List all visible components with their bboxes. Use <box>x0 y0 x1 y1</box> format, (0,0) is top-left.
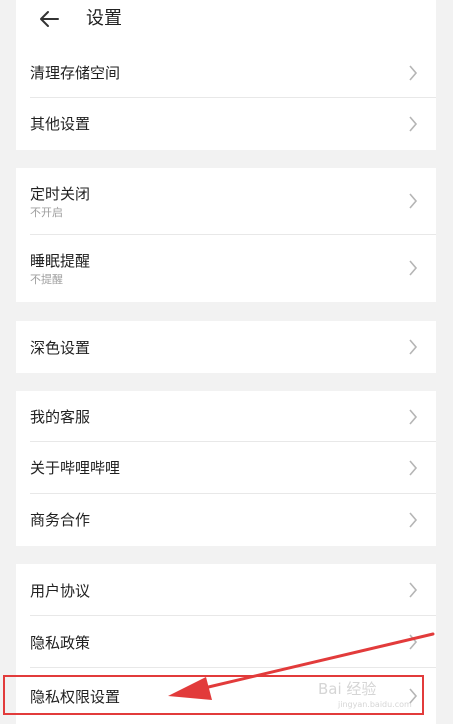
chevron-right-icon <box>409 582 418 598</box>
item-label: 我的客服 <box>30 408 91 426</box>
item-label: 关于哔哩哔哩 <box>30 459 121 477</box>
settings-item-customer-service[interactable]: 我的客服 <box>16 391 436 442</box>
chevron-right-icon <box>409 512 418 528</box>
watermark-url: jingyan.baidu.com <box>338 700 412 709</box>
chevron-right-icon <box>409 65 418 81</box>
settings-item-about[interactable]: 关于哔哩哔哩 <box>16 442 436 494</box>
settings-item-clear-storage[interactable]: 清理存储空间 <box>16 48 436 98</box>
storage-group: 清理存储空间 其他设置 <box>16 48 436 150</box>
settings-item-timer-off[interactable]: 定时关闭 不开启 <box>16 168 436 235</box>
item-status: 不开启 <box>30 206 63 219</box>
item-label: 睡眠提醒 <box>30 252 91 270</box>
settings-item-dark-mode[interactable]: 深色设置 <box>16 321 436 373</box>
item-label: 定时关闭 <box>30 185 91 203</box>
settings-item-sleep-reminder[interactable]: 睡眠提醒 不提醒 <box>16 235 436 302</box>
item-label: 商务合作 <box>30 511 91 529</box>
timer-group: 定时关闭 不开启 睡眠提醒 不提醒 <box>16 168 436 302</box>
item-label: 清理存储空间 <box>30 64 121 82</box>
chevron-right-icon <box>409 260 418 276</box>
item-label: 用户协议 <box>30 582 91 600</box>
back-arrow-icon[interactable] <box>38 8 60 30</box>
top-bar: 设置 <box>16 0 436 48</box>
settings-item-privacy-policy[interactable]: 隐私政策 <box>16 616 436 668</box>
chevron-right-icon <box>409 634 418 650</box>
item-label: 深色设置 <box>30 339 91 357</box>
chevron-right-icon <box>409 193 418 209</box>
settings-item-business[interactable]: 商务合作 <box>16 494 436 546</box>
watermark: Bai 经验 <box>318 680 377 698</box>
chevron-right-icon <box>409 460 418 476</box>
page-title: 设置 <box>86 8 122 29</box>
chevron-right-icon <box>409 116 418 132</box>
item-status: 不提醒 <box>30 273 63 286</box>
dark-mode-group: 深色设置 <box>16 321 436 373</box>
item-label: 隐私政策 <box>30 634 91 652</box>
chevron-right-icon <box>409 339 418 355</box>
item-label: 其他设置 <box>30 115 91 133</box>
settings-item-user-agreement[interactable]: 用户协议 <box>16 564 436 616</box>
settings-item-other[interactable]: 其他设置 <box>16 98 436 150</box>
about-group: 我的客服 关于哔哩哔哩 商务合作 <box>16 391 436 546</box>
chevron-right-icon <box>409 409 418 425</box>
